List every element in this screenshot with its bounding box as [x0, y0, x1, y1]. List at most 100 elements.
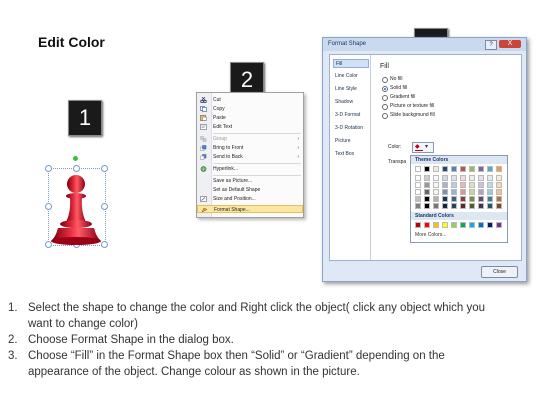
radio-picture-fill[interactable]	[382, 104, 388, 110]
theme-color-swatch[interactable]	[442, 175, 448, 181]
theme-color-swatch[interactable]	[487, 182, 493, 188]
theme-color-swatch[interactable]	[442, 182, 448, 188]
close-button[interactable]: Close	[481, 266, 518, 278]
color-picker-button[interactable]: ◆ ▾	[412, 142, 434, 153]
theme-color-swatch[interactable]	[442, 203, 448, 209]
menu-item-format-shape[interactable]: Format Shape...	[197, 205, 303, 213]
theme-color-swatch[interactable]	[496, 196, 502, 202]
menu-item-cut[interactable]: Cut	[197, 96, 303, 104]
theme-color-swatch[interactable]	[415, 196, 421, 202]
menu-item-send-to-back[interactable]: Send to Back ›	[197, 153, 303, 161]
standard-color-swatch[interactable]	[433, 222, 439, 228]
standard-color-swatch[interactable]	[451, 222, 457, 228]
theme-color-swatch[interactable]	[496, 189, 502, 195]
theme-color-swatch[interactable]	[478, 196, 484, 202]
theme-color-swatch[interactable]	[487, 203, 493, 209]
theme-color-swatch[interactable]	[424, 203, 430, 209]
theme-color-swatch[interactable]	[433, 166, 439, 172]
nav-item-3d-format[interactable]: 3-D Format	[333, 111, 369, 120]
close-x-button[interactable]: X	[499, 40, 521, 48]
theme-color-swatch[interactable]	[451, 182, 457, 188]
theme-color-swatch[interactable]	[460, 175, 466, 181]
menu-item-paste[interactable]: Paste	[197, 114, 303, 122]
nav-item-picture[interactable]: Picture	[333, 137, 369, 146]
menu-item-set-default-shape[interactable]: Set as Default Shape	[197, 186, 303, 194]
theme-color-swatch[interactable]	[415, 182, 421, 188]
theme-color-swatch[interactable]	[478, 175, 484, 181]
theme-color-swatch[interactable]	[451, 196, 457, 202]
theme-color-swatch[interactable]	[415, 166, 421, 172]
menu-item-size-and-position[interactable]: Size and Position...	[197, 195, 303, 203]
menu-item-edit-text[interactable]: Edit Text	[197, 123, 303, 131]
pawn-shape-selection[interactable]	[44, 156, 108, 250]
theme-color-swatch[interactable]	[469, 175, 475, 181]
radio-gradient-fill[interactable]	[382, 95, 388, 101]
radio-no-fill[interactable]	[382, 77, 388, 83]
theme-color-swatch[interactable]	[415, 189, 421, 195]
rotate-handle[interactable]	[73, 156, 78, 161]
theme-color-swatch[interactable]	[478, 189, 484, 195]
theme-color-swatch[interactable]	[415, 203, 421, 209]
theme-color-swatch[interactable]	[451, 203, 457, 209]
help-button[interactable]: ?	[485, 40, 497, 50]
standard-color-swatch[interactable]	[460, 222, 466, 228]
theme-color-swatch[interactable]	[469, 203, 475, 209]
menu-item-save-as-picture[interactable]: Save as Picture...	[197, 177, 303, 185]
theme-color-swatch[interactable]	[487, 196, 493, 202]
theme-color-swatch[interactable]	[478, 182, 484, 188]
standard-color-swatch[interactable]	[478, 222, 484, 228]
theme-color-swatch[interactable]	[487, 189, 493, 195]
theme-color-swatch[interactable]	[424, 166, 430, 172]
menu-item-hyperlink[interactable]: Hyperlink...	[197, 165, 303, 173]
standard-color-swatch[interactable]	[487, 222, 493, 228]
theme-color-swatch[interactable]	[460, 196, 466, 202]
theme-color-swatch[interactable]	[424, 175, 430, 181]
nav-item-3d-rotation[interactable]: 3-D Rotation	[333, 124, 369, 133]
menu-item-group[interactable]: Group ›	[197, 135, 303, 143]
standard-color-swatch[interactable]	[424, 222, 430, 228]
nav-item-line-style[interactable]: Line Style	[333, 85, 369, 94]
theme-color-swatch[interactable]	[487, 175, 493, 181]
theme-color-swatch[interactable]	[415, 175, 421, 181]
theme-color-swatch[interactable]	[478, 166, 484, 172]
theme-color-swatch[interactable]	[433, 196, 439, 202]
theme-color-swatch[interactable]	[433, 182, 439, 188]
standard-color-swatch[interactable]	[415, 222, 421, 228]
theme-color-swatch[interactable]	[451, 189, 457, 195]
theme-color-swatch[interactable]	[424, 196, 430, 202]
theme-color-swatch[interactable]	[424, 189, 430, 195]
theme-color-swatch[interactable]	[442, 189, 448, 195]
radio-slide-background-fill[interactable]	[382, 113, 388, 119]
theme-color-swatch[interactable]	[487, 166, 493, 172]
theme-color-swatch[interactable]	[496, 175, 502, 181]
theme-color-swatch[interactable]	[442, 196, 448, 202]
standard-color-swatch[interactable]	[442, 222, 448, 228]
theme-color-swatch[interactable]	[496, 203, 502, 209]
theme-color-swatch[interactable]	[451, 166, 457, 172]
nav-item-text-box[interactable]: Text Box	[333, 150, 369, 159]
nav-item-fill[interactable]: Fill	[333, 59, 369, 68]
theme-color-swatch[interactable]	[496, 166, 502, 172]
theme-color-swatch[interactable]	[433, 189, 439, 195]
theme-color-swatch[interactable]	[451, 175, 457, 181]
theme-color-swatch[interactable]	[460, 182, 466, 188]
menu-item-copy[interactable]: Copy	[197, 105, 303, 113]
standard-color-swatch[interactable]	[469, 222, 475, 228]
theme-color-swatch[interactable]	[442, 166, 448, 172]
theme-color-swatch[interactable]	[460, 203, 466, 209]
theme-color-swatch[interactable]	[496, 182, 502, 188]
menu-item-bring-to-front[interactable]: Bring to Front ›	[197, 144, 303, 152]
theme-color-swatch[interactable]	[469, 189, 475, 195]
theme-color-swatch[interactable]	[460, 166, 466, 172]
standard-color-swatch[interactable]	[496, 222, 502, 228]
theme-color-swatch[interactable]	[433, 175, 439, 181]
theme-color-swatch[interactable]	[460, 189, 466, 195]
more-colors-link[interactable]: More Colors...	[415, 232, 446, 238]
theme-color-swatch[interactable]	[469, 166, 475, 172]
theme-color-swatch[interactable]	[469, 182, 475, 188]
theme-color-swatch[interactable]	[424, 182, 430, 188]
theme-color-swatch[interactable]	[433, 203, 439, 209]
theme-color-swatch[interactable]	[469, 196, 475, 202]
radio-solid-fill[interactable]	[382, 86, 388, 92]
nav-item-line-color[interactable]: Line Color	[333, 72, 369, 81]
